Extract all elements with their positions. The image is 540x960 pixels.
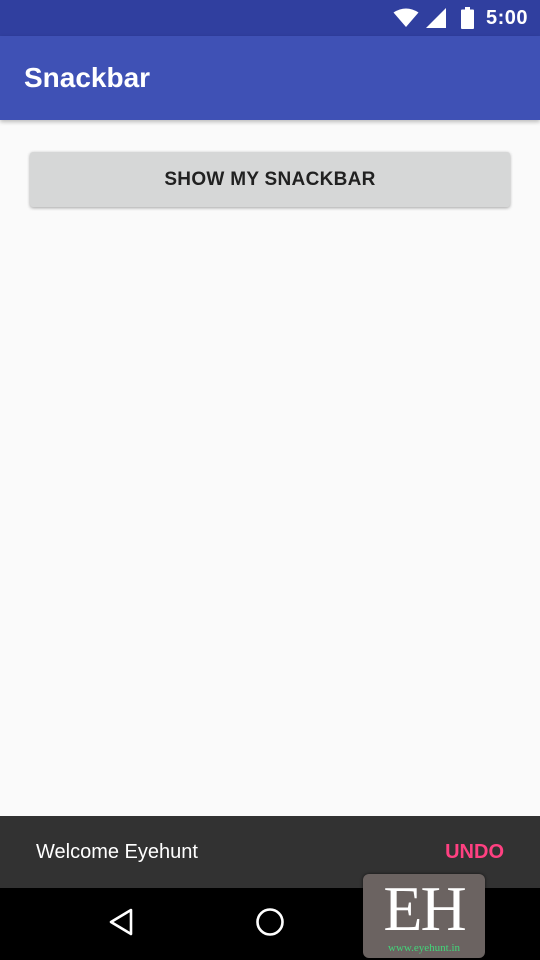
home-button[interactable] [250,904,290,944]
back-button[interactable] [101,904,141,944]
main-content: SHOW MY SNACKBAR [0,120,540,816]
show-snackbar-button[interactable]: SHOW MY SNACKBAR [30,152,510,207]
status-icons: 5:00 [393,0,528,36]
signal-icon [425,7,447,29]
snackbar-message: Welcome Eyehunt [36,841,198,863]
back-icon [107,907,135,942]
app-bar: Snackbar [0,36,540,120]
watermark-logo: EH www.eyehunt.in [363,874,485,958]
app-title: Snackbar [24,62,151,93]
home-icon [255,907,285,942]
watermark-url: www.eyehunt.in [388,942,460,954]
wifi-icon [393,8,419,28]
watermark-letters: EH [383,874,466,944]
clock-time: 5:00 [485,6,528,29]
app-screen: 5:00 Snackbar SHOW MY SNACKBAR Welcome E… [0,0,540,960]
status-bar: 5:00 [0,0,540,36]
battery-icon [460,7,474,29]
